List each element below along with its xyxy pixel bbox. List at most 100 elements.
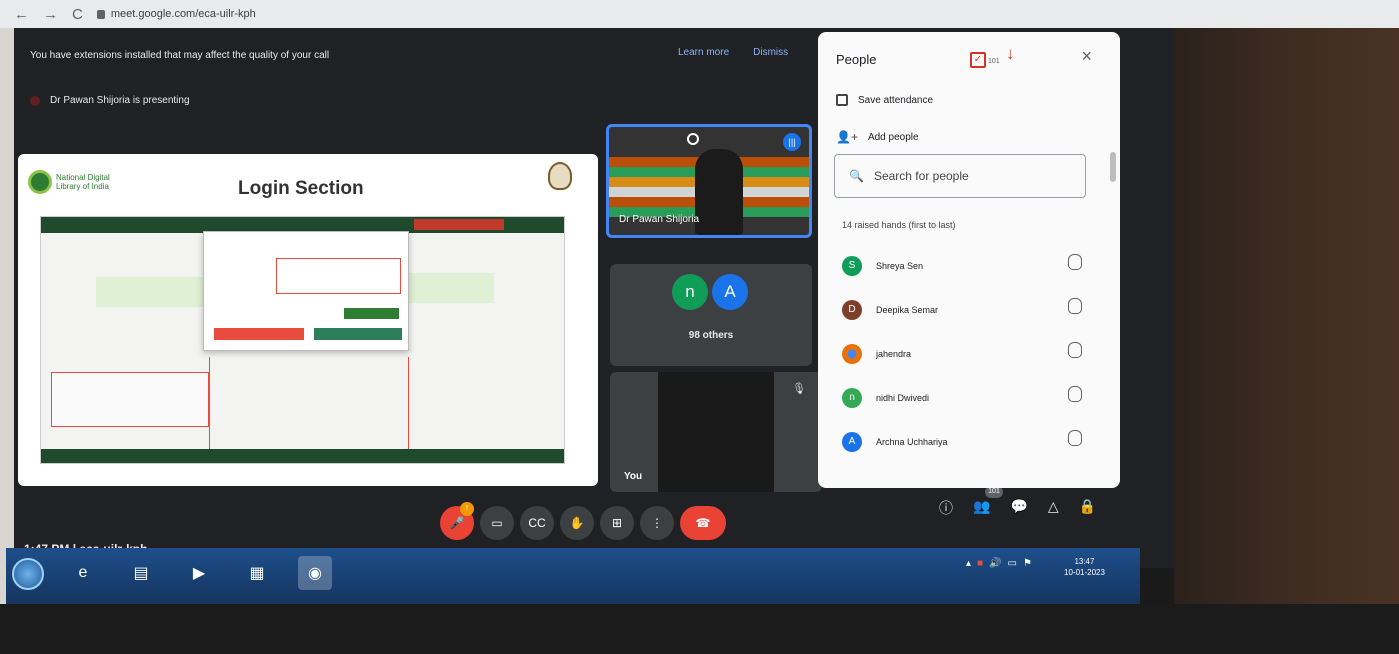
raised-hand-icon[interactable] (1068, 298, 1082, 314)
raise-hand-button[interactable]: ✋ (560, 506, 594, 540)
chrome-avatar-icon (842, 344, 862, 364)
network-icon[interactable]: ▭ (1008, 558, 1017, 569)
notes-icon[interactable]: ▦ (240, 556, 274, 590)
search-icon: 🔍 (849, 169, 864, 183)
highlight-box (276, 258, 401, 294)
file-explorer-icon[interactable]: ▤ (124, 556, 158, 590)
add-people-label: Add people (867, 131, 919, 143)
search-people-input[interactable]: 🔍 Search for people (834, 154, 1086, 198)
flag-icon[interactable]: ⚑ (1023, 558, 1032, 569)
panel-title: People (836, 52, 877, 67)
list-item[interactable]: jahendra (842, 342, 1082, 366)
camera-button[interactable]: ▭ (480, 506, 514, 540)
raised-hand-icon[interactable] (1068, 254, 1082, 270)
others-tile[interactable]: n A 98 others (610, 264, 812, 366)
side-controls: ⓘ 👥 💬 △ 🔒 (939, 498, 1096, 518)
system-tray: ▴ ■ 🔊 ▭ ⚑ (966, 558, 1032, 569)
forward-arrow-icon[interactable]: → (43, 6, 58, 23)
chat-icon[interactable]: 💬 (1010, 498, 1027, 518)
avatar: n (672, 274, 708, 310)
list-item[interactable]: D Deepika Semar (842, 298, 1082, 322)
captions-button[interactable]: CC (520, 506, 554, 540)
dismiss-link[interactable]: Dismiss (753, 47, 788, 58)
start-button-icon[interactable] (12, 558, 44, 590)
add-person-icon: 👤+ (836, 130, 858, 144)
participant-name: Deepika Semar (876, 305, 939, 315)
raised-hand-icon[interactable] (1068, 386, 1082, 402)
self-label: You (624, 471, 643, 482)
call-controls: 🎤 ! ▭ CC ✋ ⊞ ⋮ ☎ (440, 502, 726, 540)
self-video (658, 372, 774, 492)
info-icon[interactable]: ⓘ (939, 498, 953, 518)
screenshot-button (344, 308, 399, 319)
loading-ring-icon (687, 133, 699, 145)
save-attendance-label: Save attendance (858, 94, 934, 106)
attendance-checkbox-icon[interactable]: ✓ (970, 52, 986, 68)
close-icon[interactable]: × (1081, 46, 1092, 67)
monitor-surroundings (1174, 0, 1399, 654)
avatar: D (842, 300, 862, 320)
shared-screen: National Digital Library of India Login … (18, 154, 598, 486)
reload-icon[interactable]: C (72, 6, 83, 23)
back-arrow-icon[interactable]: ← (14, 6, 29, 23)
activities-icon[interactable]: △ (1048, 498, 1059, 518)
add-people-button[interactable]: 👤+ Add people (836, 130, 919, 144)
internet-explorer-icon[interactable]: e (66, 556, 100, 590)
screenshot-login-dialog (203, 231, 409, 351)
lock-icon (96, 9, 105, 19)
list-item[interactable]: A Archna Uchhariya (842, 430, 1082, 454)
save-icon (836, 94, 848, 106)
participant-name: Shreya Sen (876, 261, 924, 271)
windows-taskbar: e ▤ ▶ ▦ ◉ ▴ ■ 🔊 ▭ ⚑ 13:47 10-01-2023 (6, 548, 1140, 604)
participant-name: Archna Uchhariya (876, 437, 948, 447)
search-placeholder: Search for people (873, 169, 969, 183)
tray-app-icon[interactable]: ■ (977, 558, 983, 569)
address-bar[interactable]: meet.google.com/eca-uilr-kph (96, 8, 256, 20)
browser-toolbar: ← → C meet.google.com/eca-uilr-kph (0, 0, 1399, 28)
slide-title: Login Section (238, 178, 364, 199)
screenshot-button (214, 328, 304, 340)
ndl-logo: National Digital Library of India (28, 170, 116, 194)
others-count: 98 others (688, 330, 734, 341)
more-options-button[interactable]: ⋮ (640, 506, 674, 540)
volume-icon[interactable]: 🔊 (989, 558, 1001, 569)
learn-more-link[interactable]: Learn more (678, 47, 729, 58)
presenting-text: Dr Pawan Shijoria is presenting (50, 95, 190, 106)
people-panel: People ✓ 101 ↓ × Save attendance 👤+ Add … (818, 32, 1120, 488)
scrollbar[interactable] (1110, 152, 1116, 182)
list-item[interactable]: S Shreya Sen (842, 254, 1082, 278)
raised-hand-icon[interactable] (1068, 430, 1082, 446)
slide-screenshot (40, 216, 565, 464)
ndl-logo-text: National Digital Library of India (56, 173, 110, 191)
arrow-down-icon: ↓ (1006, 44, 1015, 63)
ndl-logo-mark (28, 170, 52, 194)
monitor-bezel-bottom (0, 604, 1399, 654)
raised-hand-icon[interactable] (1068, 342, 1082, 358)
notification-badge: ! (460, 502, 474, 516)
chrome-icon[interactable]: ◉ (298, 556, 332, 590)
screenshot-footer (41, 449, 564, 463)
audio-level-icon: ||| (783, 133, 801, 151)
presenting-banner: Dr Pawan Shijoria is presenting (30, 95, 190, 106)
url-text: meet.google.com/eca-uilr-kph (110, 8, 256, 20)
clock-time: 13:47 (1074, 557, 1095, 566)
avatar: A (712, 274, 748, 310)
mic-control: 🎤 ! (440, 502, 474, 540)
people-icon[interactable]: 👥 (973, 498, 990, 518)
tray-arrow-icon[interactable]: ▴ (966, 558, 971, 569)
media-player-icon[interactable]: ▶ (182, 556, 216, 590)
self-tile[interactable]: 🎙 You (610, 372, 822, 492)
list-item[interactable]: n nidhi Dwivedi (842, 386, 1082, 410)
participant-name: nidhi Dwivedi (876, 393, 930, 403)
taskbar-clock[interactable]: 13:47 10-01-2023 (1064, 556, 1105, 578)
save-attendance-button[interactable]: Save attendance (836, 94, 933, 106)
leave-call-button[interactable]: ☎ (680, 506, 726, 540)
participant-name: jahendra (876, 349, 912, 359)
iit-emblem (548, 162, 572, 190)
taskbar-apps: e ▤ ▶ ▦ ◉ (66, 556, 332, 590)
host-controls-icon[interactable]: 🔒 (1079, 498, 1096, 518)
raised-hands-label: 14 raised hands (first to last) (842, 220, 956, 230)
present-button[interactable]: ⊞ (600, 506, 634, 540)
speaker-tile[interactable]: ||| Dr Pawan Shijoria (606, 124, 812, 238)
speaker-video (695, 149, 743, 235)
